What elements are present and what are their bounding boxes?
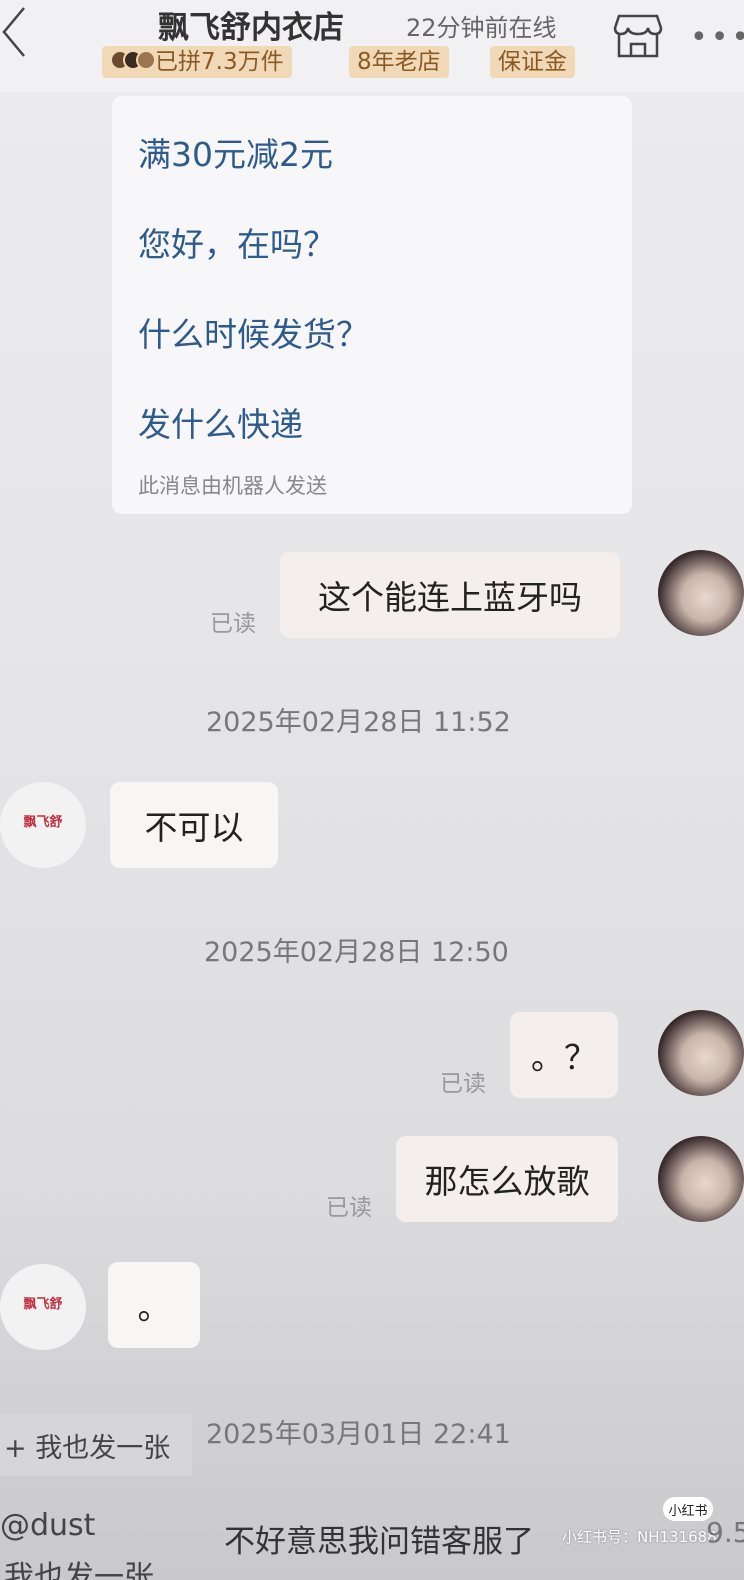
- shop-logo-subtitle: [42, 1314, 44, 1321]
- page-number: 9.5: [706, 1516, 744, 1549]
- comment-partial-text: 我也发一张: [4, 1560, 154, 1580]
- sales-badge-label: 已拼7.3万件: [155, 49, 284, 75]
- bot-faq-card: 满30元减2元 您好，在吗？ 什么时候发货？ 发什么快递 此消息由机器人发送: [112, 96, 632, 514]
- read-receipt: 已读: [440, 1071, 486, 1097]
- user-avatar[interactable]: [658, 1136, 744, 1222]
- chat-header: 飘飞舒内衣店 22分钟前在线 ••• 已拼7.3万件 8年老店 保证金: [0, 0, 744, 92]
- message-timestamp: 2025年02月28日 11:52: [206, 707, 511, 738]
- back-arrow-icon[interactable]: [0, 4, 30, 60]
- shop-avatar[interactable]: 飘飞舒: [0, 782, 86, 868]
- buyer-avatars-icon: [110, 47, 156, 79]
- shop-message-bubble[interactable]: 不可以: [110, 782, 278, 868]
- comment-username[interactable]: @dust: [0, 1508, 95, 1543]
- shop-avatar[interactable]: 飘飞舒: [0, 1264, 86, 1350]
- user-message-bubble[interactable]: 这个能连上蓝牙吗: [280, 552, 620, 638]
- faq-item[interactable]: 满30元减2元: [138, 128, 333, 176]
- message-timestamp: 2025年03月01日 22:41: [206, 1419, 511, 1450]
- read-receipt: 已读: [210, 611, 256, 637]
- sales-badge: 已拼7.3万件: [102, 46, 292, 78]
- read-receipt: 已读: [326, 1195, 372, 1221]
- user-message-bubble[interactable]: 不好意思我问错客服了: [224, 1516, 534, 1561]
- faq-item[interactable]: 您好，在吗？: [138, 218, 336, 266]
- store-icon[interactable]: [613, 12, 663, 60]
- watermark-text: 小红书号：NH131688: [562, 1528, 717, 1546]
- shop-logo-text: 飘飞舒: [23, 1297, 63, 1312]
- faq-item[interactable]: 什么时候发货？: [138, 308, 369, 356]
- user-avatar[interactable]: [658, 550, 744, 636]
- shop-name[interactable]: 飘飞舒内衣店: [158, 2, 344, 47]
- bot-note: 此消息由机器人发送: [138, 474, 327, 498]
- user-message-bubble[interactable]: 。？: [510, 1012, 618, 1098]
- shop-logo-subtitle: [42, 832, 44, 839]
- more-options-icon[interactable]: •••: [690, 20, 744, 55]
- shop-message-bubble[interactable]: 。: [108, 1262, 200, 1348]
- user-avatar[interactable]: [658, 1010, 744, 1096]
- shop-age-badge: 8年老店: [349, 46, 449, 78]
- faq-item[interactable]: 发什么快递: [138, 398, 303, 446]
- user-message-bubble[interactable]: 那怎么放歌: [396, 1136, 618, 1222]
- share-too-button[interactable]: + 我也发一张: [0, 1414, 192, 1476]
- deposit-badge: 保证金: [490, 46, 575, 78]
- message-timestamp: 2025年02月28日 12:50: [204, 937, 509, 968]
- shop-logo-text: 飘飞舒: [23, 815, 63, 830]
- online-status: 22分钟前在线: [406, 14, 557, 42]
